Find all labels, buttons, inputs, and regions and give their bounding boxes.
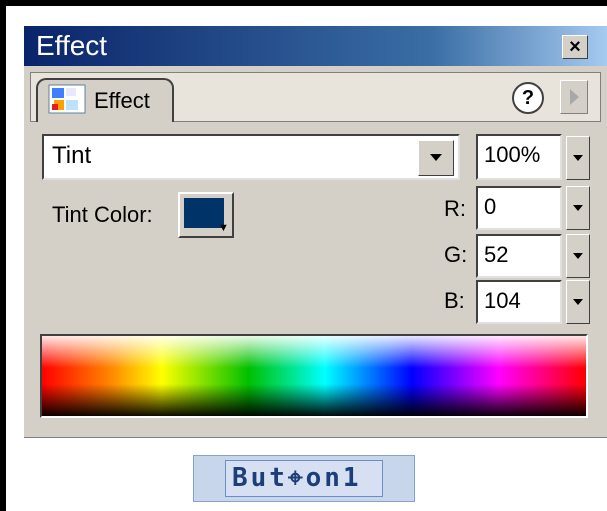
chevron-down-icon: ▼ [218, 222, 229, 234]
stage-button-label: But⌖on1 [232, 463, 362, 493]
g-label: G: [444, 242, 468, 267]
window-frame-left [0, 0, 6, 511]
effect-type-select[interactable] [42, 134, 460, 180]
r-stepper[interactable] [566, 186, 590, 230]
b-label: B: [444, 288, 465, 313]
window-frame-top [0, 0, 607, 6]
panel-menu-arrow-icon[interactable] [560, 80, 588, 114]
close-icon[interactable]: × [562, 35, 588, 59]
r-field[interactable]: 0 [476, 186, 562, 230]
chevron-down-icon[interactable] [418, 140, 454, 176]
amount-stepper[interactable] [566, 136, 590, 180]
help-icon[interactable]: ? [512, 82, 544, 114]
tab-effect-label: Effect [94, 88, 150, 113]
tint-color-label: Tint Color: [52, 202, 153, 227]
amount-field[interactable]: 100% [476, 134, 562, 180]
g-stepper[interactable] [566, 234, 590, 278]
effect-type-value: Tint [52, 142, 92, 169]
b-field[interactable]: 104 [476, 280, 562, 324]
b-stepper[interactable] [566, 280, 590, 324]
panel-titlebar[interactable] [24, 26, 607, 66]
effect-tab-icon [48, 84, 86, 114]
panel-title: Effect [36, 30, 108, 61]
g-field[interactable]: 52 [476, 234, 562, 278]
r-label: R: [444, 196, 466, 221]
color-spectrum[interactable] [40, 334, 588, 418]
